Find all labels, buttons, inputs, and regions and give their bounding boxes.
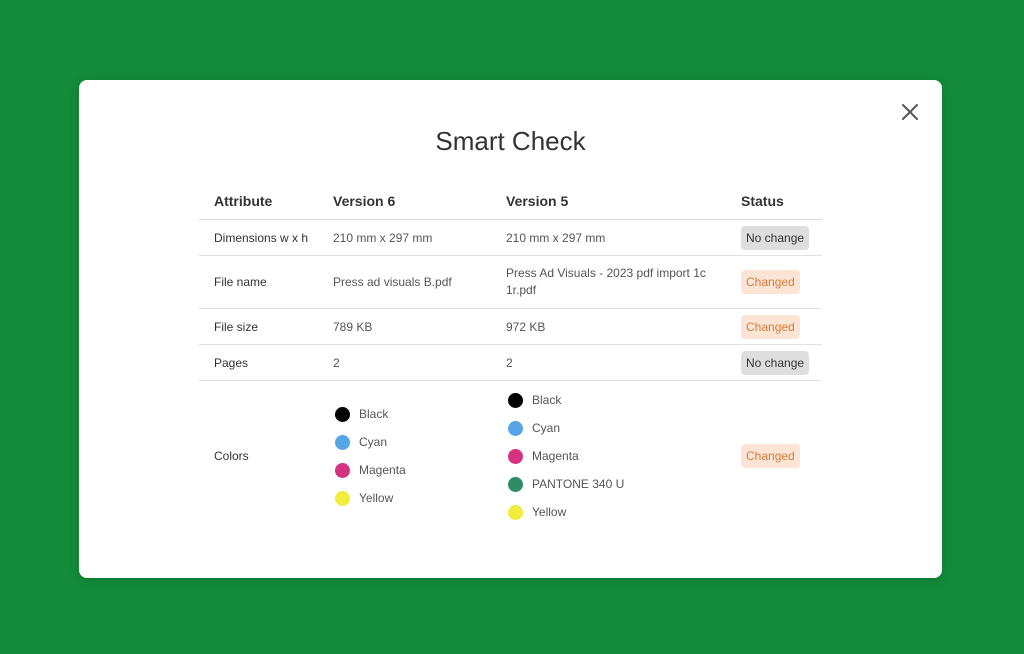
smart-check-dialog: Smart Check Attribute Version 6 Version …: [79, 80, 942, 578]
table-row: Colors Black Cyan Magenta Yellow Black C…: [199, 381, 822, 531]
color-item: Black: [333, 400, 506, 428]
color-item: Magenta: [333, 456, 506, 484]
table-row: File size 789 KB 972 KB Changed: [199, 309, 822, 345]
magenta-swatch-icon: [508, 448, 523, 464]
color-item: Cyan: [333, 428, 506, 456]
color-name: PANTONE 340 U: [532, 477, 625, 491]
color-name: Magenta: [359, 463, 406, 477]
color-item: Yellow: [506, 498, 741, 526]
version-6-value: Press ad visuals B.pdf: [333, 275, 452, 289]
version-5-value: 210 mm x 297 mm: [506, 230, 606, 245]
color-name: Black: [532, 393, 562, 407]
version-5-value: 972 KB: [506, 319, 546, 334]
attribute-label: Dimensions w x h: [214, 230, 309, 245]
color-item: Black: [506, 386, 741, 414]
column-header-version-5: Version 5: [506, 192, 569, 209]
color-item: Cyan: [506, 414, 741, 442]
status-badge: No change: [741, 350, 810, 375]
attribute-label: File size: [214, 319, 259, 334]
table-row: File name Press ad visuals B.pdf Press A…: [199, 256, 822, 309]
status-badge: No change: [741, 225, 810, 250]
comparison-table: Attribute Version 6 Version 5 Status Dim…: [199, 182, 822, 531]
status-badge: Changed: [741, 314, 800, 339]
attribute-label: Colors: [214, 449, 249, 463]
status-badge: Changed: [741, 270, 800, 294]
color-name: Cyan: [359, 435, 388, 449]
color-item: Yellow: [333, 484, 506, 512]
attribute-label: Pages: [214, 355, 249, 370]
magenta-swatch-icon: [335, 462, 350, 478]
black-swatch-icon: [335, 406, 350, 422]
close-icon[interactable]: [898, 100, 922, 124]
column-header-version-6: Version 6: [333, 192, 396, 209]
column-header-status: Status: [741, 192, 784, 209]
column-header-attribute: Attribute: [214, 192, 273, 209]
table-row: Dimensions w x h 210 mm x 297 mm 210 mm …: [199, 220, 822, 256]
version-5-value: 2: [506, 355, 513, 370]
color-item: PANTONE 340 U: [506, 470, 741, 498]
color-name: Yellow: [532, 505, 567, 519]
black-swatch-icon: [508, 392, 523, 408]
status-badge: Changed: [741, 444, 800, 468]
pantone-swatch-icon: [508, 476, 523, 492]
color-name: Cyan: [532, 421, 561, 435]
color-name: Magenta: [532, 449, 579, 463]
table-header-row: Attribute Version 6 Version 5 Status: [199, 182, 822, 220]
cyan-swatch-icon: [335, 434, 350, 450]
version-5-value: Press Ad Visuals - 2023 pdf import 1c 1r…: [506, 266, 706, 297]
version-6-value: 2: [333, 355, 340, 370]
cyan-swatch-icon: [508, 420, 523, 436]
yellow-swatch-icon: [508, 504, 523, 520]
color-name: Yellow: [359, 491, 394, 505]
version-6-color-list: Black Cyan Magenta Yellow: [333, 400, 506, 512]
color-name: Black: [359, 407, 389, 421]
version-6-value: 210 mm x 297 mm: [333, 230, 433, 245]
dialog-title: Smart Check: [435, 126, 586, 156]
version-5-color-list: Black Cyan Magenta PANTONE 340 U Yellow: [506, 386, 741, 526]
yellow-swatch-icon: [335, 490, 350, 506]
color-item: Magenta: [506, 442, 741, 470]
version-6-value: 789 KB: [333, 319, 373, 334]
attribute-label: File name: [214, 275, 267, 289]
table-row: Pages 2 2 No change: [199, 345, 822, 381]
